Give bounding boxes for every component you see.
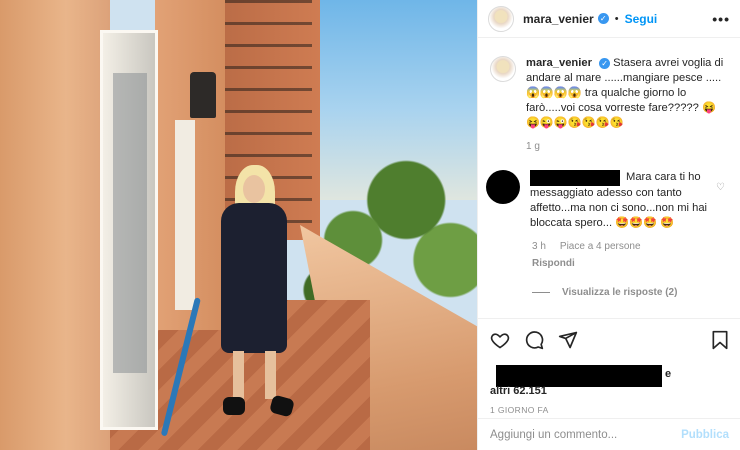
post-caption: mara_venier ✓ Stasera avrei voglia di an… xyxy=(490,48,729,131)
action-icons xyxy=(490,329,729,351)
post-header: mara_venier ✓ • Segui ••• xyxy=(478,0,740,38)
verified-badge-icon: ✓ xyxy=(599,58,611,69)
follow-button[interactable]: Segui xyxy=(625,12,658,26)
photo-wall-left xyxy=(0,0,110,450)
comment-username-redacted xyxy=(530,170,620,186)
caption-time: 1 g xyxy=(526,141,540,152)
heart-icon[interactable] xyxy=(490,330,510,350)
comment-meta: 3 h Piace a 4 persone xyxy=(532,241,729,252)
verified-badge-icon: ✓ xyxy=(597,13,609,24)
caption-text-block: mara_venier ✓ Stasera avrei voglia di an… xyxy=(526,56,729,131)
reply-button[interactable]: Rispondi xyxy=(532,258,729,269)
paper-plane-icon[interactable] xyxy=(558,330,578,350)
caption-avatar[interactable] xyxy=(490,56,516,82)
comments-list[interactable]: mara_venier ✓ Stasera avrei voglia di an… xyxy=(478,48,740,318)
post-actions: e altri 62.151 1 GIORNO FA xyxy=(478,318,740,415)
header-separator: • xyxy=(614,12,619,25)
header-username[interactable]: mara_venier xyxy=(523,12,594,26)
photo-door xyxy=(100,30,158,430)
likes-count[interactable]: altri 62.151 xyxy=(490,385,547,397)
comment-avatar-redacted[interactable] xyxy=(486,170,520,204)
comment-input[interactable] xyxy=(490,428,682,441)
likes-usernames-redacted xyxy=(496,365,662,387)
likes-conjunction: e xyxy=(665,368,672,380)
post-sidebar: mara_venier ✓ • Segui ••• mara_venier ✓ … xyxy=(477,0,740,450)
post-photo[interactable] xyxy=(0,0,477,450)
view-replies-label: Visualizza le risposte (2) xyxy=(562,287,678,298)
comment-likes[interactable]: Piace a 4 persone xyxy=(560,241,641,252)
photo-lamp xyxy=(190,72,216,118)
comment-icon[interactable] xyxy=(524,330,544,350)
replies-divider-line xyxy=(532,292,550,293)
post-likes: e altri 62.151 xyxy=(490,363,729,397)
post-timestamp[interactable]: 1 GIORNO FA xyxy=(490,405,729,415)
more-options-icon[interactable]: ••• xyxy=(712,11,730,27)
caption-username[interactable]: mara_venier xyxy=(526,57,592,69)
avatar[interactable] xyxy=(488,5,514,32)
comment-body: Mara cara ti ho messaggiato adesso con t… xyxy=(530,170,720,231)
comment-time: 3 h xyxy=(532,241,546,252)
photo-shutter xyxy=(175,120,195,310)
add-comment-bar: Pubblica xyxy=(478,418,740,450)
view-replies-button[interactable]: Visualizza le risposte (2) xyxy=(532,287,729,298)
bookmark-icon[interactable] xyxy=(711,330,729,350)
comment-item: Mara cara ti ho messaggiato adesso con t… xyxy=(486,170,729,231)
publish-button[interactable]: Pubblica xyxy=(681,429,729,441)
photo-person xyxy=(213,165,295,425)
comment-like-heart-icon[interactable]: ♡ xyxy=(716,182,725,193)
